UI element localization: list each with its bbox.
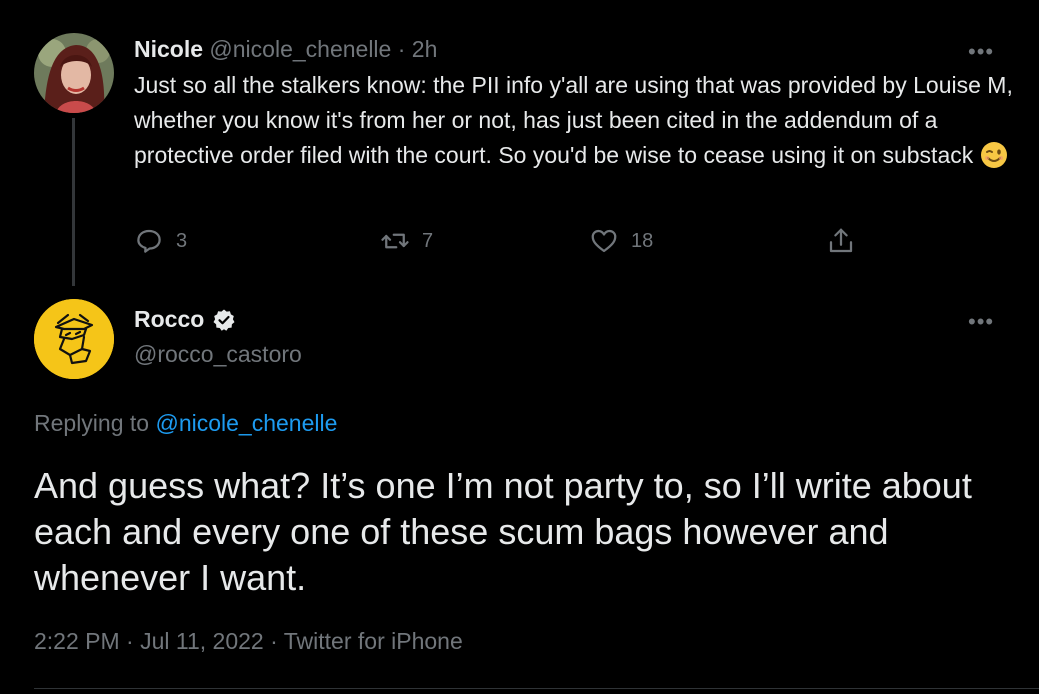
parent-tweet-header: Nicole @nicole_chenelle · 2h (134, 34, 1014, 64)
parent-tweet[interactable]: Nicole @nicole_chenelle · 2h Just so all… (134, 34, 1014, 173)
tweet-time[interactable]: 2h (412, 36, 438, 62)
retweet-icon (381, 233, 409, 249)
replying-handle-link[interactable]: @nicole_chenelle (155, 410, 337, 436)
retweet-button[interactable]: 7 (380, 226, 433, 256)
replying-prefix: Replying to (34, 410, 150, 436)
separator: · (126, 628, 134, 654)
heart-icon (591, 229, 617, 253)
retweet-count: 7 (422, 229, 434, 252)
tweet-text-body: Just so all the stalkers know: the PII i… (134, 72, 1013, 168)
avatar[interactable] (34, 33, 114, 113)
author-name[interactable]: Rocco (134, 306, 204, 333)
reply-icon (137, 229, 161, 253)
separator: · (270, 628, 278, 654)
more-dots-icon[interactable]: ••• (968, 41, 994, 63)
avatar[interactable] (34, 299, 114, 379)
divider (34, 688, 1039, 689)
replying-to: Replying to @nicole_chenelle (34, 410, 337, 437)
thread-connector-line (72, 118, 75, 286)
tweet-time[interactable]: 2:22 PM (34, 628, 120, 654)
tweet-date[interactable]: Jul 11, 2022 (140, 628, 264, 654)
tweet-source[interactable]: Twitter for iPhone (284, 628, 463, 654)
winking-face-emoji-icon (980, 141, 1008, 169)
reply-count: 3 (176, 229, 188, 252)
author-handle[interactable]: @nicole_chenelle (209, 36, 391, 62)
reply-button[interactable]: 3 (134, 226, 187, 256)
tweet-thread: Nicole @nicole_chenelle · 2h Just so all… (0, 0, 1039, 694)
verified-badge-icon[interactable] (212, 308, 236, 332)
like-count: 18 (631, 229, 654, 252)
more-dots-icon[interactable]: ••• (968, 311, 994, 333)
reply-author-row: Rocco (134, 306, 236, 333)
tweet-meta: 2:22 PM · Jul 11, 2022 · Twitter for iPh… (34, 628, 463, 655)
rocco-logo-icon (34, 299, 114, 379)
share-button[interactable] (826, 226, 856, 256)
author-handle[interactable]: @rocco_castoro (134, 341, 302, 368)
like-button[interactable]: 18 (589, 226, 653, 256)
tweet-text: Just so all the stalkers know: the PII i… (134, 68, 1014, 173)
tweet-text: And guess what? It’s one I’m not party t… (34, 465, 972, 598)
share-icon (829, 228, 853, 253)
tweet-actions: 3 7 18 (134, 226, 874, 262)
author-name[interactable]: Nicole (134, 36, 203, 62)
separator: · (397, 36, 406, 62)
